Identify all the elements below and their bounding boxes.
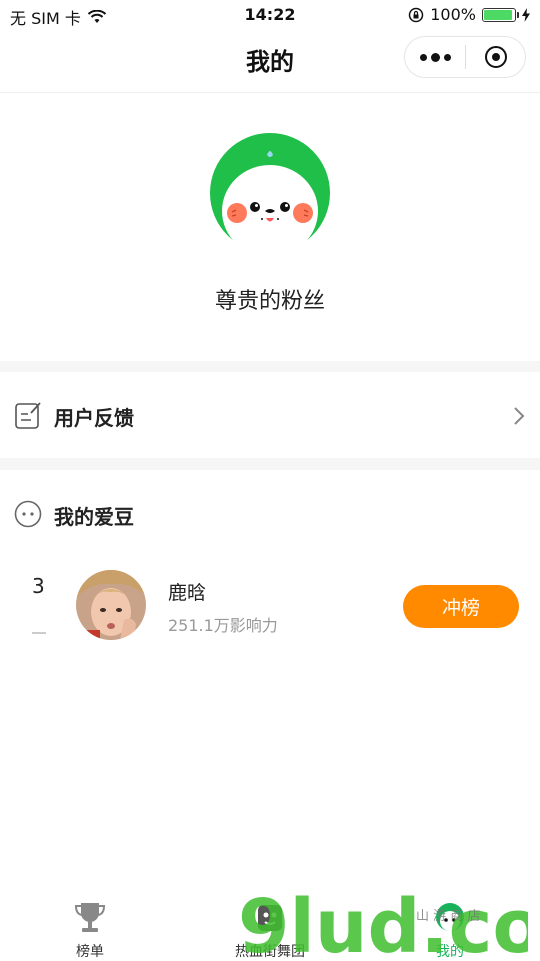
user-nickname: 尊贵的粉丝 xyxy=(214,289,325,314)
close-miniprogram-button[interactable] xyxy=(466,37,525,77)
target-icon xyxy=(484,46,507,68)
rank-change-indicator xyxy=(32,632,46,634)
status-right: 100% xyxy=(408,5,530,24)
rotation-lock-icon xyxy=(409,7,424,22)
profile-icon xyxy=(436,903,464,931)
dance-icon xyxy=(258,905,282,931)
feedback-label: 用户反馈 xyxy=(54,406,134,430)
section-divider xyxy=(0,361,540,372)
tab-ranking[interactable]: 榜单 xyxy=(0,895,180,960)
edit-note-icon xyxy=(15,402,41,429)
my-idols-title: 我的爱豆 xyxy=(54,505,134,529)
battery-icon xyxy=(482,7,519,22)
tab-mine[interactable]: 我的 xyxy=(360,895,540,960)
tab-dance-crew[interactable]: 热血街舞团 xyxy=(180,895,360,960)
tab-label: 热血街舞团 xyxy=(235,944,305,960)
mascot-avatar[interactable] xyxy=(210,133,330,253)
idol-face-icon xyxy=(14,500,42,528)
nav-header: 我的 xyxy=(0,32,540,93)
rush-rank-button[interactable]: 冲榜 xyxy=(403,585,519,628)
section-divider-2 xyxy=(0,458,540,470)
my-idols-header: 我的爱豆 xyxy=(0,470,540,560)
idol-avatar[interactable] xyxy=(76,570,146,640)
miniprogram-capsule xyxy=(404,36,526,78)
trophy-icon xyxy=(74,903,106,932)
chevron-right-icon xyxy=(514,407,525,425)
idol-name: 鹿晗 xyxy=(168,582,207,604)
tab-bar: 榜单 热血街舞团 我的 xyxy=(0,895,540,960)
profile-section: 尊贵的粉丝 xyxy=(0,93,540,361)
tab-label: 榜单 xyxy=(76,944,104,960)
idol-influence: 251.1万影响力 xyxy=(168,616,278,635)
feedback-row[interactable]: 用户反馈 xyxy=(0,372,540,458)
charging-icon xyxy=(522,7,530,22)
more-button[interactable] xyxy=(405,37,465,77)
tab-label: 我的 xyxy=(436,944,464,960)
idol-list-item: 3 鹿晗 251.1万影响力 冲榜 xyxy=(0,560,540,655)
battery-percent: 100% xyxy=(430,5,476,24)
idol-rank: 3 xyxy=(32,574,45,598)
status-bar: 无 SIM 卡 14:22 100% xyxy=(0,0,540,32)
